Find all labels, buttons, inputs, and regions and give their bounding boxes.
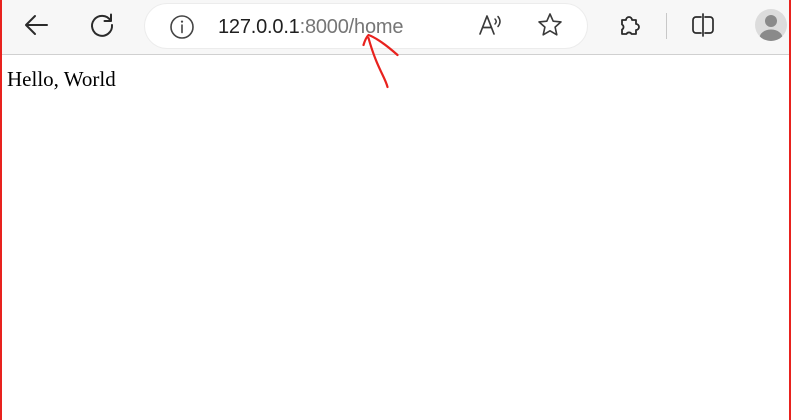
profile-avatar-icon <box>755 9 787 41</box>
back-arrow-icon <box>25 15 48 35</box>
split-screen-icon <box>692 13 714 37</box>
url-host: 127.0.0.1 <box>218 16 300 38</box>
split-screen-button[interactable] <box>685 7 721 43</box>
puzzle-icon <box>621 16 640 35</box>
favorite-button[interactable] <box>532 7 568 43</box>
read-aloud-icon <box>479 15 501 35</box>
annotation-arrow-icon <box>362 33 399 89</box>
page-content: Hello, World <box>4 55 787 420</box>
back-button[interactable] <box>18 7 54 43</box>
refresh-button[interactable] <box>84 7 120 43</box>
profile-button[interactable] <box>753 7 789 43</box>
info-icon[interactable] <box>169 14 195 40</box>
extensions-button[interactable] <box>612 7 648 43</box>
read-aloud-button[interactable] <box>472 7 508 43</box>
hello-world-text: Hello, World <box>7 67 116 91</box>
star-icon <box>538 13 562 36</box>
toolbar-divider <box>666 13 667 39</box>
browser-window: 127.0.0.1:8000/home Hello, World <box>0 0 791 420</box>
refresh-icon <box>91 13 114 37</box>
